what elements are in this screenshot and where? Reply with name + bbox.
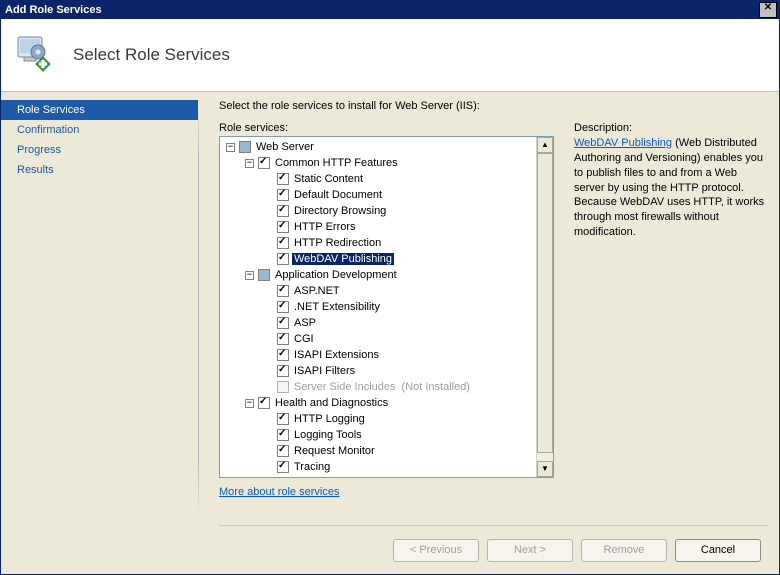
tree-node-label[interactable]: Application Development — [273, 269, 399, 281]
tree-node-label[interactable]: ISAPI Extensions — [292, 349, 381, 361]
tree-node-label[interactable]: Server Side Includes — [292, 381, 398, 393]
scroll-up-button[interactable]: ▲ — [537, 137, 553, 153]
description-link[interactable]: WebDAV Publishing — [574, 137, 672, 149]
tree-node-label[interactable]: ISAPI Filters — [292, 365, 357, 377]
tree-node-label[interactable]: WebDAV Publishing — [292, 253, 394, 265]
tree-checkbox[interactable] — [258, 157, 270, 169]
header-title: Select Role Services — [73, 45, 230, 65]
tree-checkbox[interactable] — [277, 429, 289, 441]
tree-node-label[interactable]: Static Content — [292, 173, 365, 185]
body: Role Services Confirmation Progress Resu… — [1, 92, 779, 526]
description-body: (Web Distributed Authoring and Versionin… — [574, 137, 764, 238]
tree-row[interactable]: Server Side Includes (Not Installed) — [220, 379, 537, 395]
tree-row[interactable]: ASP.NET — [220, 283, 537, 299]
tree-checkbox[interactable] — [277, 413, 289, 425]
tree-toggle-icon[interactable]: − — [226, 143, 235, 152]
cancel-button[interactable]: Cancel — [675, 539, 761, 562]
tree-node-label[interactable]: Common HTTP Features — [273, 157, 400, 169]
role-services-tree[interactable]: −Web Server−Common HTTP FeaturesStatic C… — [219, 136, 554, 478]
sidebar: Role Services Confirmation Progress Resu… — [1, 92, 198, 526]
tree-checkbox[interactable] — [277, 253, 289, 265]
sidebar-item-role-services[interactable]: Role Services — [1, 100, 198, 120]
wizard-icon — [15, 35, 53, 75]
tree-checkbox[interactable] — [277, 205, 289, 217]
tree-row[interactable]: Logging Tools — [220, 427, 537, 443]
tree-node-label[interactable]: Tracing — [292, 461, 332, 473]
tree-node-label[interactable]: Web Server — [254, 141, 316, 153]
tree-checkbox[interactable] — [277, 237, 289, 249]
tree-row[interactable]: Tracing — [220, 459, 537, 475]
tree-node-label[interactable]: ASP — [292, 317, 318, 329]
tree-row[interactable]: HTTP Redirection — [220, 235, 537, 251]
tree-checkbox[interactable] — [258, 269, 270, 281]
tree-checkbox[interactable] — [239, 141, 251, 153]
tree-row[interactable]: WebDAV Publishing — [220, 251, 537, 267]
tree-row[interactable]: − Common HTTP Features — [220, 155, 537, 171]
tree-scrollbar[interactable]: ▲ ▼ — [536, 137, 553, 477]
tree-row[interactable]: Static Content — [220, 171, 537, 187]
tree-node-extra: (Not Installed) — [402, 381, 470, 393]
tree-checkbox[interactable] — [277, 285, 289, 297]
tree-checkbox[interactable] — [277, 333, 289, 345]
tree-checkbox[interactable] — [277, 301, 289, 313]
tree-node-label[interactable]: Logging Tools — [292, 429, 364, 441]
description-text: WebDAV Publishing (Web Distributed Autho… — [574, 136, 769, 240]
tree-node-label[interactable]: CGI — [292, 333, 316, 345]
tree-toggle-icon[interactable]: − — [245, 399, 254, 408]
tree-checkbox[interactable] — [277, 221, 289, 233]
window-title: Add Role Services — [5, 4, 102, 16]
instruction-text: Select the role services to install for … — [219, 100, 769, 112]
more-about-link[interactable]: More about role services — [219, 486, 554, 498]
previous-button[interactable]: < Previous — [393, 539, 479, 562]
scroll-down-button[interactable]: ▼ — [537, 461, 553, 477]
wizard-window: Add Role Services ✕ Select Role Services… — [0, 0, 780, 575]
tree-node-label[interactable]: .NET Extensibility — [292, 301, 382, 313]
tree-node-label[interactable]: HTTP Logging — [292, 413, 367, 425]
tree-row[interactable]: ISAPI Extensions — [220, 347, 537, 363]
next-button[interactable]: Next > — [487, 539, 573, 562]
tree-checkbox[interactable] — [277, 189, 289, 201]
description-label: Description: — [574, 122, 769, 134]
tree-checkbox[interactable] — [277, 317, 289, 329]
button-bar: < Previous Next > Remove Cancel — [1, 526, 779, 574]
tree-row[interactable]: Directory Browsing — [220, 203, 537, 219]
tree-toggle-icon[interactable]: − — [245, 271, 254, 280]
tree-label: Role services: — [219, 122, 554, 134]
sidebar-item-results[interactable]: Results — [1, 160, 198, 180]
remove-button[interactable]: Remove — [581, 539, 667, 562]
tree-node-label[interactable]: Directory Browsing — [292, 205, 388, 217]
header: Select Role Services — [1, 19, 779, 92]
tree-checkbox[interactable] — [277, 349, 289, 361]
tree-row[interactable]: − Web Server — [220, 139, 537, 155]
tree-node-label[interactable]: HTTP Errors — [292, 221, 358, 233]
tree-checkbox — [277, 381, 289, 393]
tree-row[interactable]: Default Document — [220, 187, 537, 203]
tree-checkbox[interactable] — [258, 397, 270, 409]
tree-row[interactable]: ASP — [220, 315, 537, 331]
tree-checkbox[interactable] — [277, 173, 289, 185]
close-button[interactable]: ✕ — [759, 2, 777, 18]
tree-checkbox[interactable] — [277, 461, 289, 473]
sidebar-item-confirmation[interactable]: Confirmation — [1, 120, 198, 140]
tree-node-label[interactable]: Request Monitor — [292, 445, 377, 457]
tree-row[interactable]: HTTP Logging — [220, 411, 537, 427]
tree-row[interactable]: CGI — [220, 331, 537, 347]
tree-node-label[interactable]: Default Document — [292, 189, 384, 201]
tree-row[interactable]: HTTP Errors — [220, 219, 537, 235]
tree-row[interactable]: − Health and Diagnostics — [220, 395, 537, 411]
tree-checkbox[interactable] — [277, 445, 289, 457]
tree-checkbox[interactable] — [277, 365, 289, 377]
sidebar-item-progress[interactable]: Progress — [1, 140, 198, 160]
tree-row[interactable]: − Application Development — [220, 267, 537, 283]
tree-row[interactable]: ISAPI Filters — [220, 363, 537, 379]
main-pane: Select the role services to install for … — [199, 92, 779, 526]
titlebar: Add Role Services ✕ — [1, 1, 779, 19]
tree-row[interactable]: .NET Extensibility — [220, 299, 537, 315]
scroll-thumb[interactable] — [537, 153, 553, 453]
tree-toggle-icon[interactable]: − — [245, 159, 254, 168]
tree-node-label[interactable]: Health and Diagnostics — [273, 397, 390, 409]
tree-row[interactable]: Request Monitor — [220, 443, 537, 459]
tree-node-label[interactable]: ASP.NET — [292, 285, 342, 297]
tree-node-label[interactable]: HTTP Redirection — [292, 237, 383, 249]
